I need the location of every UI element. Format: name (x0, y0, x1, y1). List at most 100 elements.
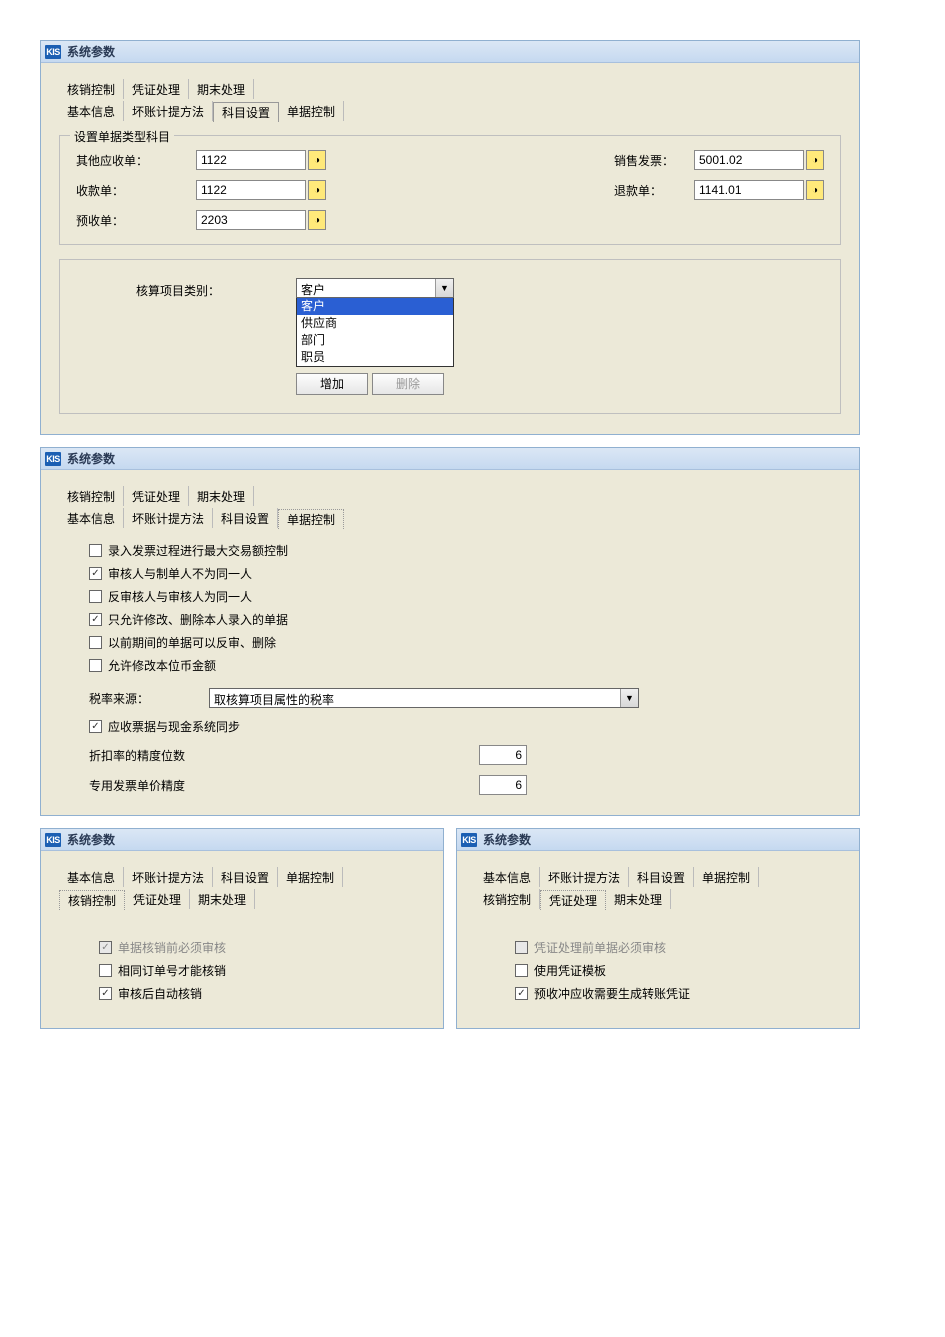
window-title: 系统参数 (67, 450, 115, 467)
checkbox[interactable]: ✓ (99, 987, 112, 1000)
tabs-row-2: 基本信息 坏账计提方法 科目设置 单据控制 (59, 506, 841, 528)
label-other-recv: 其他应收单： (76, 152, 196, 169)
input-discount-precision[interactable] (479, 745, 527, 765)
window-subject-settings: KIS 系统参数 核销控制 凭证处理 期末处理 基本信息 坏账计提方法 科目设置… (40, 40, 860, 435)
label-sales-invoice: 销售发票： (614, 152, 694, 169)
tab-period-end[interactable]: 期末处理 (189, 79, 254, 99)
checkbox (515, 941, 528, 954)
dropdown-option[interactable]: 供应商 (297, 315, 453, 332)
checkbox[interactable]: ✓ (89, 567, 102, 580)
checkbox-label: 审核人与制单人不为同一人 (108, 565, 252, 582)
tab-period-end[interactable]: 期末处理 (606, 889, 671, 909)
tab-bad-debt[interactable]: 坏账计提方法 (124, 508, 213, 528)
tab-voucher-process[interactable]: 凭证处理 (124, 79, 189, 99)
checkbox[interactable] (99, 964, 112, 977)
tab-bill-control[interactable]: 单据控制 (278, 867, 343, 887)
checkbox-label: 审核后自动核销 (118, 985, 202, 1002)
tab-basic-info[interactable]: 基本信息 (59, 867, 124, 887)
checkbox[interactable]: ✓ (515, 987, 528, 1000)
window-bill-control: KIS 系统参数 核销控制 凭证处理 期末处理 基本信息 坏账计提方法 科目设置… (40, 447, 860, 816)
checkbox-label: 允许修改本位币金额 (108, 657, 216, 674)
tab-subject-settings[interactable]: 科目设置 (213, 508, 278, 528)
dropdown-value: 客户 (297, 279, 435, 297)
checkbox-label: 单据核销前必须审核 (118, 939, 226, 956)
tabs-row-1: 基本信息 坏账计提方法 科目设置 单据控制 (59, 865, 425, 887)
input-prepay[interactable] (196, 210, 306, 230)
dropdown-tax-source[interactable]: 取核算项目属性的税率 ▼ (209, 688, 639, 708)
tab-hexiao-control[interactable]: 核销控制 (59, 486, 124, 506)
checkbox-label: 以前期间的单据可以反审、删除 (108, 634, 276, 651)
lookup-icon[interactable]: ◑ (308, 150, 326, 170)
lookup-icon[interactable]: ◑ (308, 180, 326, 200)
tab-period-end[interactable]: 期末处理 (190, 889, 255, 909)
window-title: 系统参数 (67, 831, 115, 848)
tab-voucher-process[interactable]: 凭证处理 (125, 889, 190, 909)
kis-logo-icon: KIS (461, 833, 477, 847)
tab-voucher-process[interactable]: 凭证处理 (540, 890, 606, 910)
tab-basic-info[interactable]: 基本信息 (475, 867, 540, 887)
input-invoice-precision[interactable] (479, 775, 527, 795)
checkbox[interactable]: ✓ (89, 613, 102, 626)
tab-subject-settings[interactable]: 科目设置 (213, 867, 278, 887)
label-discount-precision: 折扣率的精度位数 (89, 747, 479, 764)
lookup-icon[interactable]: ◑ (308, 210, 326, 230)
tab-bad-debt[interactable]: 坏账计提方法 (124, 867, 213, 887)
label-invoice-precision: 专用发票单价精度 (89, 777, 479, 794)
chevron-down-icon[interactable]: ▼ (620, 689, 638, 707)
checkbox-label: 录入发票过程进行最大交易额控制 (108, 542, 288, 559)
checkbox-label: 凭证处理前单据必须审核 (534, 939, 666, 956)
checkbox[interactable]: ✓ (89, 720, 102, 733)
tab-basic-info[interactable]: 基本信息 (59, 508, 124, 528)
dropdown-category[interactable]: 客户 ▼ 客户 供应商 部门 职员 (296, 278, 454, 367)
checkbox[interactable] (515, 964, 528, 977)
tabs-row-1: 基本信息 坏账计提方法 科目设置 单据控制 (475, 865, 841, 887)
lookup-icon[interactable]: ◑ (806, 180, 824, 200)
tab-bill-control[interactable]: 单据控制 (694, 867, 759, 887)
tab-subject-settings[interactable]: 科目设置 (629, 867, 694, 887)
checkbox[interactable] (89, 544, 102, 557)
label-receipt: 收款单： (76, 182, 196, 199)
kis-logo-icon: KIS (45, 452, 61, 466)
checkbox[interactable] (89, 659, 102, 672)
tab-bill-control[interactable]: 单据控制 (279, 101, 344, 121)
tab-hexiao-control[interactable]: 核销控制 (475, 889, 540, 909)
dropdown-option[interactable]: 客户 (297, 298, 453, 315)
tab-subject-settings[interactable]: 科目设置 (213, 102, 279, 122)
kis-logo-icon: KIS (45, 45, 61, 59)
dropdown-option[interactable]: 职员 (297, 349, 453, 366)
add-button[interactable]: 增加 (296, 373, 368, 395)
checkbox[interactable] (89, 590, 102, 603)
input-receipt[interactable] (196, 180, 306, 200)
checkbox-label: 反审核人与审核人为同一人 (108, 588, 252, 605)
lookup-icon[interactable]: ◑ (806, 150, 824, 170)
checkbox-label: 应收票据与现金系统同步 (108, 718, 240, 735)
window-voucher-process: KIS 系统参数 基本信息 坏账计提方法 科目设置 单据控制 核销控制 凭证处理… (456, 828, 860, 1029)
tab-bad-debt[interactable]: 坏账计提方法 (124, 101, 213, 121)
chevron-down-icon[interactable]: ▼ (435, 279, 453, 297)
fieldset-bill-subjects: 设置单据类型科目 其他应收单： ◑ 销售发票： ◑ 收款单： ◑ 退款单： ◑ (59, 135, 841, 245)
label-category: 核算项目类别： (136, 278, 296, 299)
tab-hexiao-control[interactable]: 核销控制 (59, 890, 125, 910)
delete-button: 删除 (372, 373, 444, 395)
tab-basic-info[interactable]: 基本信息 (59, 101, 124, 121)
input-sales-invoice[interactable] (694, 150, 804, 170)
checkbox[interactable] (89, 636, 102, 649)
titlebar: KIS 系统参数 (41, 448, 859, 470)
tab-bill-control[interactable]: 单据控制 (278, 509, 344, 529)
dropdown-option[interactable]: 部门 (297, 332, 453, 349)
titlebar: KIS 系统参数 (41, 41, 859, 63)
tabs-row-2: 基本信息 坏账计提方法 科目设置 单据控制 (59, 99, 841, 121)
fieldset-legend: 设置单据类型科目 (70, 128, 174, 145)
dropdown-value: 取核算项目属性的税率 (210, 689, 620, 707)
tab-bad-debt[interactable]: 坏账计提方法 (540, 867, 629, 887)
checkbox: ✓ (99, 941, 112, 954)
kis-logo-icon: KIS (45, 833, 61, 847)
input-other-recv[interactable] (196, 150, 306, 170)
input-refund[interactable] (694, 180, 804, 200)
titlebar: KIS 系统参数 (457, 829, 859, 851)
tabs-row-1: 核销控制 凭证处理 期末处理 (59, 77, 841, 99)
tab-period-end[interactable]: 期末处理 (189, 486, 254, 506)
tab-hexiao-control[interactable]: 核销控制 (59, 79, 124, 99)
tab-voucher-process[interactable]: 凭证处理 (124, 486, 189, 506)
box-category: 核算项目类别： 客户 ▼ 客户 供应商 部门 职员 (59, 259, 841, 414)
